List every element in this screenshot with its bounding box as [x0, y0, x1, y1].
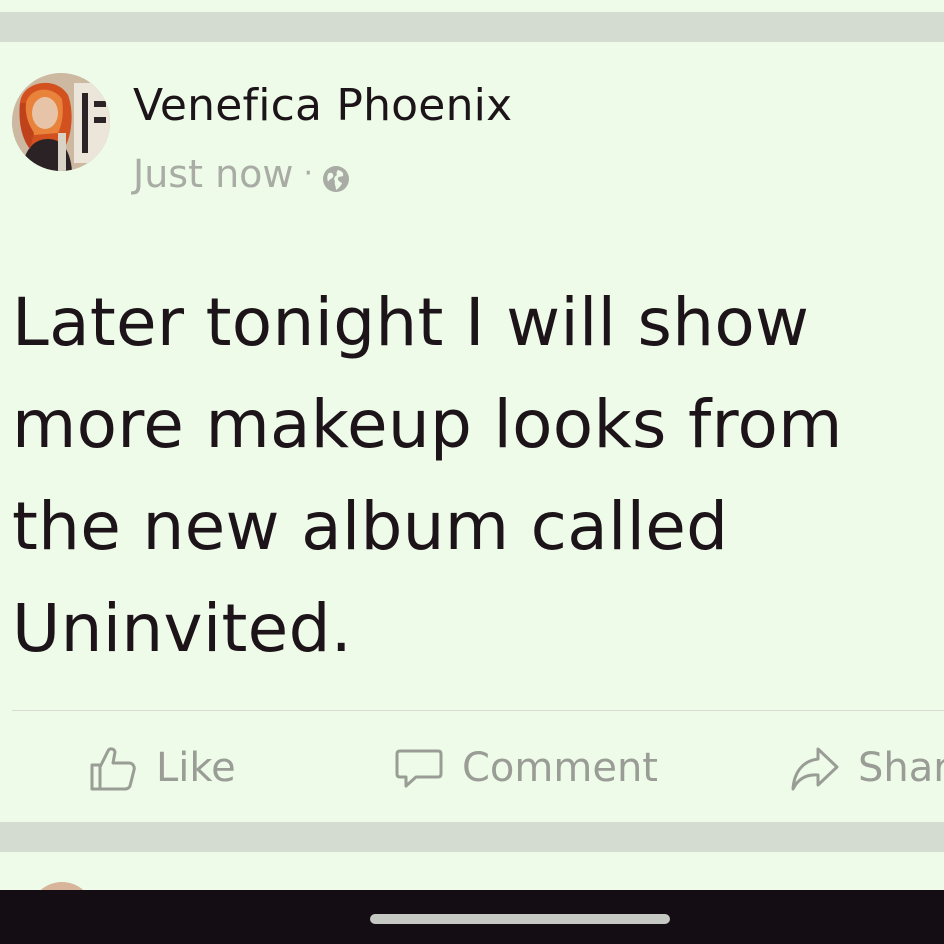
- post-actions-bar: Like Comment Shar: [0, 732, 944, 812]
- share-button[interactable]: Shar: [790, 738, 944, 798]
- meta-separator: ·: [303, 156, 314, 191]
- thumbs-up-icon: [90, 747, 136, 791]
- author-avatar[interactable]: [12, 73, 110, 171]
- author-name[interactable]: Venefica Phoenix: [133, 80, 512, 132]
- actions-divider: [12, 710, 944, 711]
- share-label: Shar: [858, 745, 944, 791]
- like-label: Like: [156, 745, 236, 791]
- comment-label: Comment: [462, 745, 658, 791]
- feed-divider-band: [0, 12, 944, 42]
- system-navigation-bar: [0, 890, 944, 944]
- next-post-preview[interactable]: [0, 852, 944, 892]
- post-timestamp[interactable]: Just now: [133, 152, 293, 196]
- comment-button[interactable]: Comment: [394, 738, 658, 798]
- share-arrow-icon: [791, 747, 839, 791]
- like-button[interactable]: Like: [88, 738, 236, 798]
- speech-bubble-icon: [395, 749, 443, 788]
- home-indicator[interactable]: [370, 914, 670, 924]
- avatar-image: [12, 73, 110, 171]
- feed-top-divider: [0, 0, 944, 42]
- post-meta: Just now ·: [133, 152, 351, 196]
- globe-icon[interactable]: [321, 159, 351, 192]
- post-body-text: Later tonight I will show more makeup lo…: [12, 284, 843, 667]
- post-card: Venefica Phoenix Just now · Later tonigh…: [0, 42, 944, 822]
- feed-bottom-divider: [0, 822, 944, 852]
